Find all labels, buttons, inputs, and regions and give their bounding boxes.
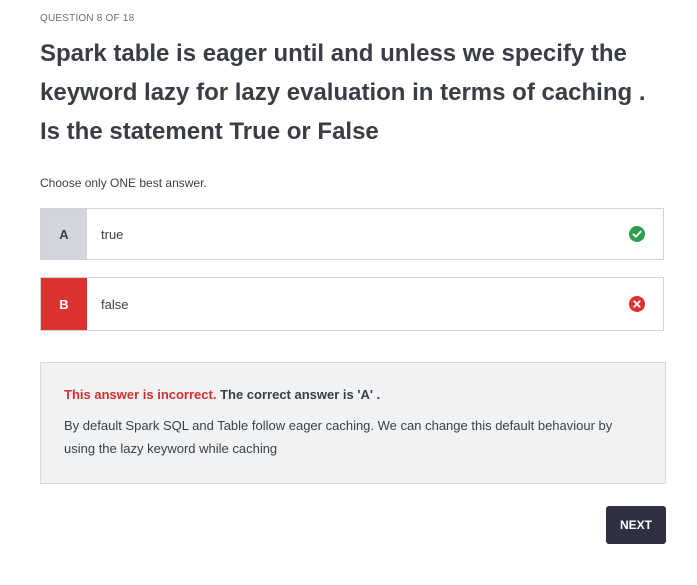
option-b[interactable]: B false bbox=[40, 277, 664, 331]
option-a[interactable]: A true bbox=[40, 208, 664, 260]
x-circle-icon bbox=[629, 296, 645, 312]
check-circle-icon bbox=[629, 226, 645, 242]
option-a-letter: A bbox=[41, 209, 87, 259]
feedback-heading: This answer is incorrect. The correct an… bbox=[64, 387, 643, 402]
feedback-explanation: By default Spark SQL and Table follow ea… bbox=[64, 418, 613, 456]
question-counter: QUESTION 8 OF 18 bbox=[40, 13, 135, 24]
option-b-letter: B bbox=[41, 278, 87, 330]
question-text: Spark table is eager until and unless we… bbox=[40, 40, 646, 145]
answer-instruction: Choose only ONE best answer. bbox=[40, 176, 207, 190]
option-b-text: false bbox=[101, 296, 129, 312]
option-a-text: true bbox=[101, 226, 124, 242]
feedback-panel: This answer is incorrect. The correct an… bbox=[40, 362, 666, 484]
correct-answer-label: The correct answer is 'A' . bbox=[220, 387, 381, 402]
incorrect-label: This answer is incorrect. bbox=[64, 387, 217, 402]
next-button[interactable]: NEXT bbox=[606, 506, 666, 544]
